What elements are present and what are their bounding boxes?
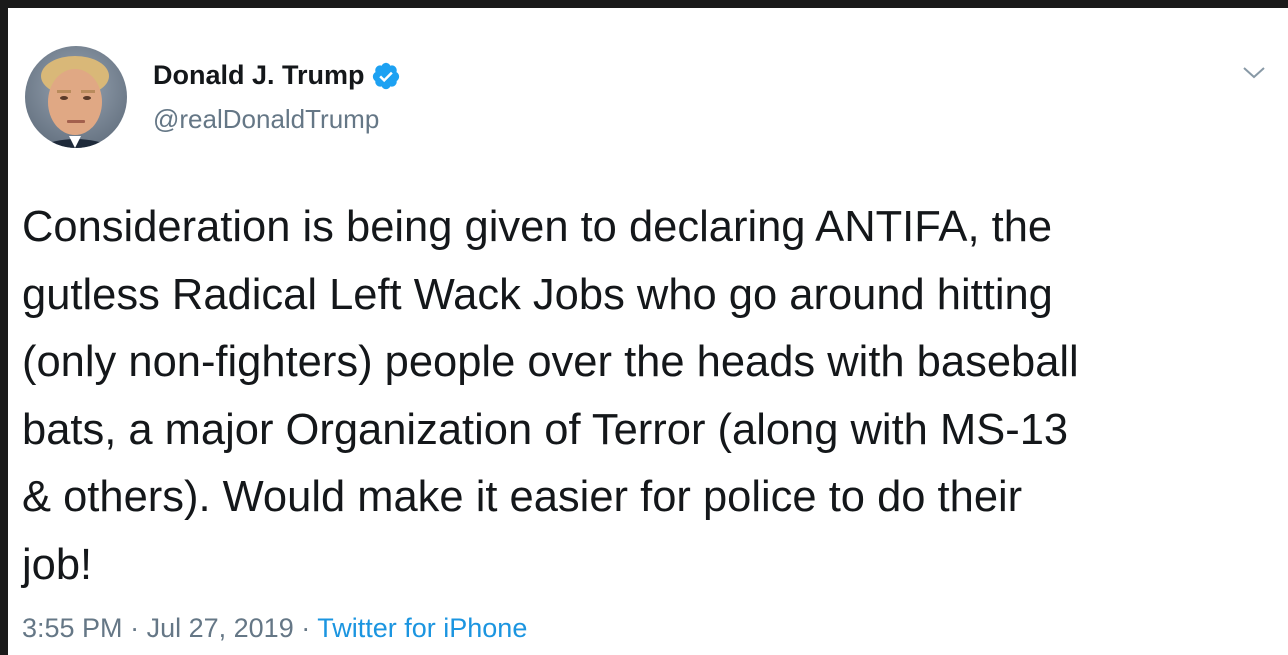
tweet-date[interactable]: Jul 27, 2019	[147, 613, 294, 643]
tweet-card: Donald J. Trump @realDonaldTrump Conside…	[8, 8, 1288, 655]
meta-separator-2: ·	[301, 613, 311, 643]
avatar[interactable]	[25, 46, 127, 148]
chevron-down-icon[interactable]	[1240, 64, 1268, 82]
tweet-time[interactable]: 3:55 PM	[22, 613, 123, 643]
author-handle[interactable]: @realDonaldTrump	[153, 104, 379, 135]
tweet-meta: 3:55 PM · Jul 27, 2019 · Twitter for iPh…	[22, 613, 527, 644]
verified-badge-icon	[371, 61, 401, 91]
display-name[interactable]: Donald J. Trump	[153, 60, 365, 91]
author-row[interactable]: Donald J. Trump	[153, 60, 401, 91]
tweet-source-link[interactable]: Twitter for iPhone	[317, 613, 527, 643]
tweet-text: Consideration is being given to declarin…	[22, 203, 1079, 589]
meta-separator: ·	[130, 613, 140, 643]
